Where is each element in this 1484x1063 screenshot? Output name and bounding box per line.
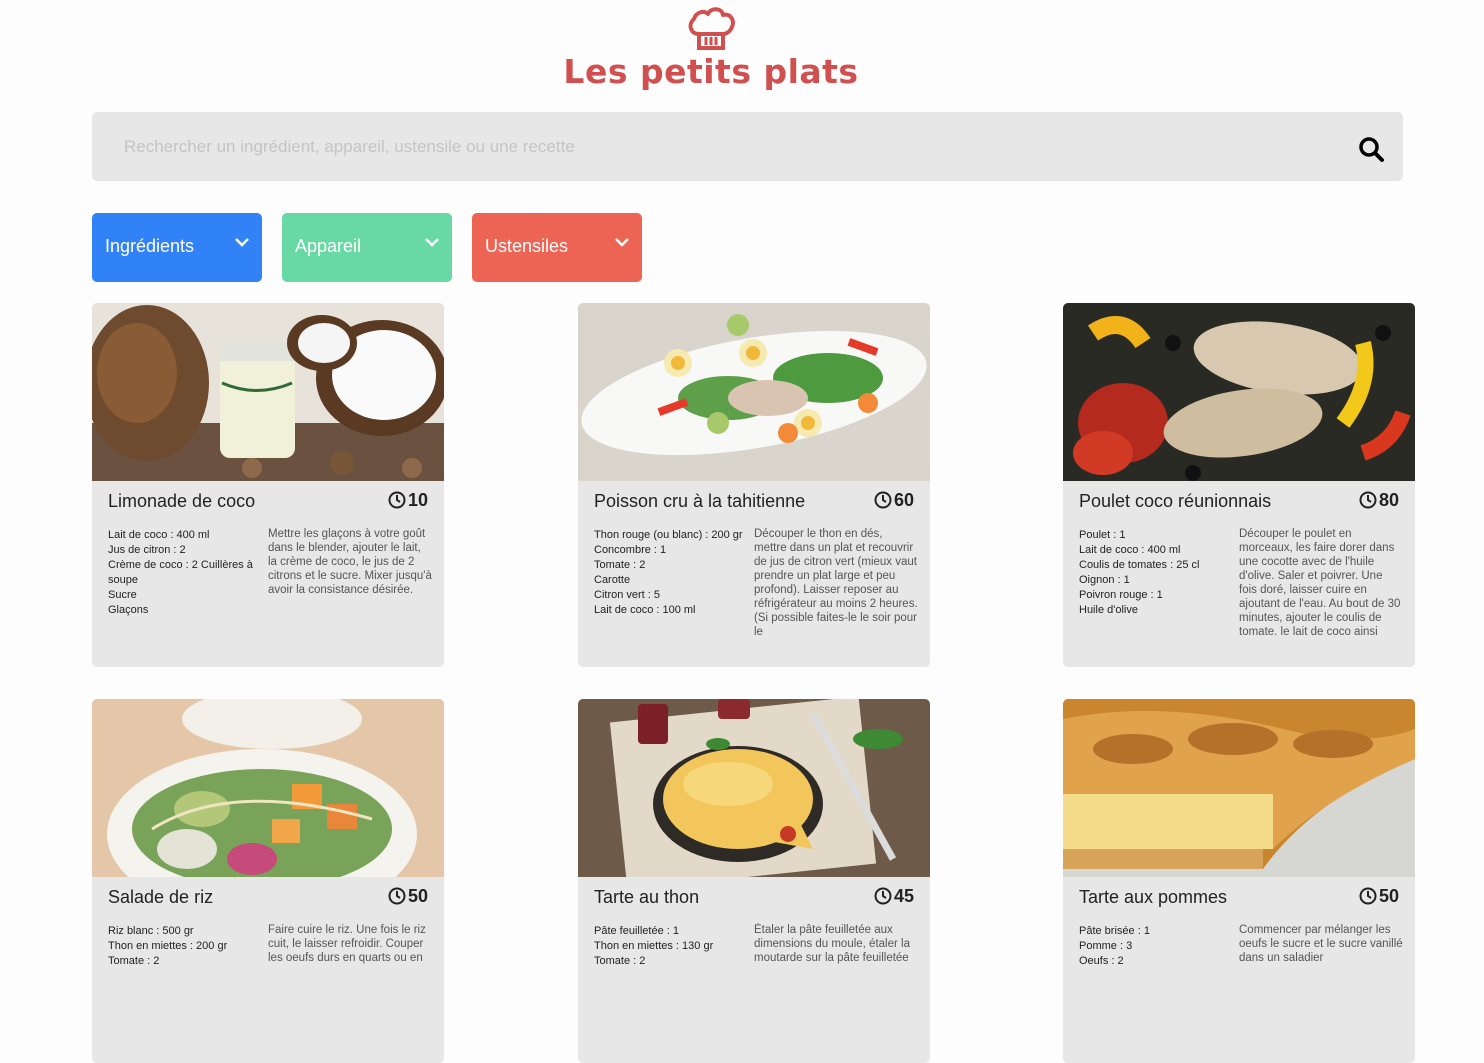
ingredient-item: Tomate : 2	[594, 955, 646, 967]
recipe-time: 50	[388, 886, 428, 907]
recipe-image	[1063, 699, 1415, 877]
filter-label: Ingrédients	[105, 236, 195, 256]
recipe-time-value: 60	[893, 490, 914, 510]
site-title: Les petits plats	[563, 52, 859, 91]
ingredient-item: Citron vert : 5	[594, 589, 661, 601]
chevron-down-icon	[615, 238, 629, 247]
ingredient-item: Coulis de tomates : 25 cl	[1079, 559, 1200, 571]
ingredient-item: Oignon : 1	[1079, 574, 1130, 586]
ingredient-item: Lait de coco : 400 ml	[1079, 544, 1181, 556]
clock-icon	[388, 887, 406, 905]
recipe-name: Poisson cru à la tahitienne	[594, 491, 806, 511]
recipe-time-value: 50	[407, 886, 428, 906]
recipe-description: Mettre les glaçons à votre goût dans le …	[268, 528, 432, 596]
recipe-name: Salade de riz	[108, 887, 214, 907]
recipe-card[interactable]: Salade de riz 50 Riz blanc : 500 gr Thon…	[92, 699, 444, 1063]
ingredient-item: Glaçons	[108, 604, 149, 616]
recipe-description: Étaler la pâte feuilletée aux dimensions…	[754, 924, 910, 964]
ingredient-item: Carotte	[594, 574, 631, 586]
recipe-time: 50	[1359, 886, 1399, 907]
ingredient-item: Lait de coco : 400 ml	[108, 529, 210, 541]
ingredient-item: Poulet : 1	[1079, 529, 1126, 541]
recipe-card[interactable]: Poisson cru à la tahitienne 60 Thon roug…	[578, 303, 930, 667]
recipe-time: 10	[388, 490, 428, 511]
clock-icon	[1359, 887, 1377, 905]
ingredient-item: Poivron rouge : 1	[1079, 589, 1163, 601]
ustensiles-filter-button[interactable]: Ustensiles	[472, 213, 642, 282]
ingredient-item: Pâte brisée : 1	[1079, 925, 1150, 937]
ingredient-item: Concombre : 1	[594, 544, 667, 556]
recipe-time-value: 10	[407, 490, 428, 510]
recipe-description: Découper le poulet en morceaux, les fair…	[1239, 528, 1401, 635]
search-bar	[92, 112, 1403, 181]
ingredient-item: Lait de coco : 100 ml	[594, 604, 696, 616]
clock-icon	[388, 491, 406, 509]
ingredient-item: Riz blanc : 500 gr	[108, 925, 194, 937]
recipe-time: 45	[874, 886, 914, 907]
clock-icon	[1359, 491, 1377, 509]
clock-icon	[874, 887, 892, 905]
recipe-time-value: 50	[1378, 886, 1399, 906]
recipe-description: Commencer par mélanger les oeufs le sucr…	[1239, 924, 1403, 964]
clock-icon	[874, 491, 892, 509]
ingredient-item: Sucre	[108, 589, 137, 601]
ingredient-item: Thon en miettes : 130 gr	[594, 940, 714, 952]
recipe-name: Tarte aux pommes	[1079, 887, 1228, 907]
ingredient-item: Crème de coco : 2 Cuillères à soupe	[108, 559, 253, 586]
recipe-image	[578, 303, 930, 481]
ingredients-filter-button[interactable]: Ingrédients	[92, 213, 262, 282]
chef-hat-icon	[688, 7, 735, 50]
recipe-image	[578, 699, 930, 877]
recipe-name: Poulet coco réunionnais	[1079, 491, 1272, 511]
ingredient-item: Pâte feuilletée : 1	[594, 925, 680, 937]
recipe-name: Tarte au thon	[594, 887, 700, 907]
ingredient-item: Thon en miettes : 200 gr	[108, 940, 228, 952]
appareil-filter-button[interactable]: Appareil	[282, 213, 452, 282]
recipe-description: Faire cuire le riz. Une fois le riz cuit…	[268, 924, 426, 964]
search-icon[interactable]	[1356, 134, 1386, 164]
recipe-image	[92, 303, 444, 481]
ingredient-item: Thon rouge (ou blanc) : 200 gr	[594, 529, 743, 541]
recipe-ingredients: Lait de coco : 400 ml Jus de citron : 2 …	[108, 528, 260, 618]
search-input[interactable]	[92, 112, 1332, 181]
recipe-card[interactable]: Poulet coco réunionnais 80 Poulet : 1 La…	[1063, 303, 1415, 667]
recipe-ingredients: Poulet : 1 Lait de coco : 400 ml Coulis …	[1079, 528, 1231, 618]
recipe-image	[1063, 303, 1415, 481]
recipe-card[interactable]: Limonade de coco 10 Lait de coco : 400 m…	[92, 303, 444, 667]
recipe-card[interactable]: Tarte au thon 45 Pâte feuilletée : 1 Tho…	[578, 699, 930, 1063]
ingredient-item: Tomate : 2	[108, 955, 160, 967]
filter-label: Ustensiles	[485, 236, 569, 256]
recipe-time: 60	[874, 490, 914, 511]
recipe-time: 80	[1359, 490, 1399, 511]
ingredient-item: Jus de citron : 2	[108, 544, 186, 556]
recipe-card[interactable]: Tarte aux pommes 50 Pâte brisée : 1 Pomm…	[1063, 699, 1415, 1063]
filter-label: Appareil	[295, 236, 362, 256]
ingredient-item: Huile d'olive	[1079, 604, 1138, 616]
recipe-description: Découper le thon en dés, mettre dans un …	[754, 528, 918, 635]
recipe-ingredients: Riz blanc : 500 gr Thon en miettes : 200…	[108, 924, 260, 969]
chevron-down-icon	[425, 238, 439, 247]
recipe-time-value: 45	[893, 886, 914, 906]
ingredient-item: Pomme : 3	[1079, 940, 1133, 952]
recipe-name: Limonade de coco	[108, 491, 256, 511]
ingredient-item: Tomate : 2	[594, 559, 646, 571]
recipe-image	[92, 699, 444, 877]
recipe-ingredients: Thon rouge (ou blanc) : 200 gr Concombre…	[594, 528, 746, 618]
ingredient-item: Oeufs : 2	[1079, 955, 1124, 967]
recipe-time-value: 80	[1378, 490, 1399, 510]
recipe-ingredients: Pâte brisée : 1 Pomme : 3 Oeufs : 2	[1079, 924, 1231, 969]
chevron-down-icon	[235, 238, 249, 247]
recipe-ingredients: Pâte feuilletée : 1 Thon en miettes : 13…	[594, 924, 746, 969]
